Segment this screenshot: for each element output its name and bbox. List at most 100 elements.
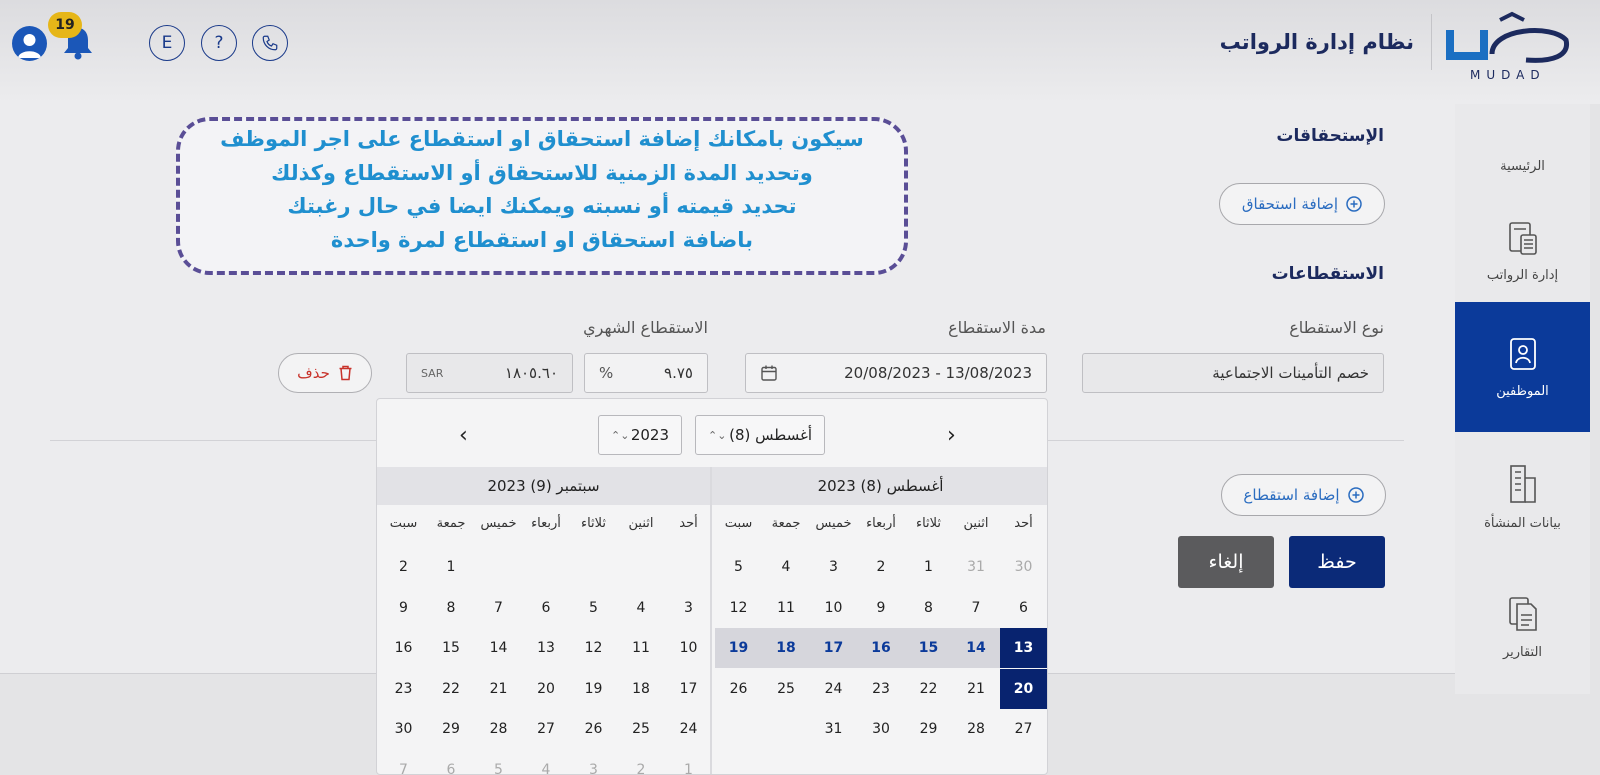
calendar-day: 1 xyxy=(684,761,693,775)
calendar-day[interactable]: 10 xyxy=(810,588,858,628)
calendar-day[interactable]: 13 xyxy=(522,628,570,668)
sidebar-item-employees[interactable]: الموظفين xyxy=(1455,302,1590,432)
user-icon xyxy=(18,34,41,58)
calendar-day[interactable]: 30 xyxy=(380,709,428,749)
calendar-day: 6 xyxy=(446,761,456,775)
sidebar-item-reports[interactable]: التقارير xyxy=(1455,562,1590,692)
calendar-day[interactable]: 28 xyxy=(475,709,523,749)
calendar-day[interactable]: 18 xyxy=(617,669,665,709)
calendar-day[interactable]: 14 xyxy=(952,628,1000,668)
calendar-day[interactable]: 19 xyxy=(714,628,763,668)
calendar-day[interactable]: 12 xyxy=(715,588,763,628)
calendar-day[interactable]: 16 xyxy=(380,628,428,668)
calendar-day[interactable]: 24 xyxy=(665,709,713,749)
calendar-day[interactable]: 4 xyxy=(762,547,810,587)
calendar-day[interactable]: 14 xyxy=(475,628,523,668)
calendar-day[interactable]: 20 xyxy=(999,668,1047,709)
calendar-day[interactable]: 16 xyxy=(857,628,905,668)
calendar-day[interactable]: 23 xyxy=(380,669,428,709)
calendar-day[interactable]: 28 xyxy=(952,709,1000,749)
calendar-day[interactable]: 6 xyxy=(1000,588,1048,628)
plus-circle-icon xyxy=(1346,196,1362,212)
calendar-day[interactable]: 27 xyxy=(522,709,570,749)
calendar-day[interactable]: 7 xyxy=(952,588,1000,628)
monthly-deduction-label: الاستقطاع الشهري xyxy=(583,318,708,337)
prev-month-button[interactable]: ‹ xyxy=(459,423,468,448)
calendar-day[interactable]: 23 xyxy=(857,669,905,709)
calendar-day[interactable]: 6 xyxy=(522,588,570,628)
calendar-day[interactable]: 26 xyxy=(570,709,618,749)
calendar-day[interactable]: 5 xyxy=(570,588,618,628)
year-select[interactable]: ⌃⌄ 2023 xyxy=(598,415,682,455)
plus-circle-icon xyxy=(1347,487,1364,503)
calendar-day[interactable]: 9 xyxy=(380,588,428,628)
calendar-day[interactable]: 31 xyxy=(810,709,858,749)
save-button[interactable]: حفظ xyxy=(1289,536,1385,588)
calendar-day[interactable]: 21 xyxy=(952,669,1000,709)
help-button[interactable]: ? xyxy=(201,25,237,61)
weekday-label: أحد xyxy=(1014,516,1033,531)
calendar-day[interactable]: 30 xyxy=(857,709,905,749)
delete-button[interactable]: حذف xyxy=(278,353,372,393)
add-deduction-button[interactable]: إضافة استقطاع xyxy=(1221,474,1386,516)
deduction-period-input[interactable]: 20/08/2023 - 13/08/2023 xyxy=(745,353,1047,393)
calendar-day[interactable]: 11 xyxy=(762,588,810,628)
calendar-day: 7 xyxy=(399,761,408,775)
app-title: نظام إدارة الرواتب xyxy=(1219,30,1414,54)
sidebar-item-home[interactable]: الرئيسية xyxy=(1455,56,1590,186)
calendar-day[interactable]: 5 xyxy=(715,547,763,587)
building-icon xyxy=(1509,464,1536,503)
month-title-september: سبتمبر (9) 2023 xyxy=(377,467,710,505)
calendar-day[interactable]: 8 xyxy=(427,588,475,628)
language-button[interactable]: E xyxy=(149,25,185,61)
calendar-day[interactable]: 26 xyxy=(715,669,763,709)
weekday-label: سبت xyxy=(389,516,418,531)
payroll-icon xyxy=(1508,221,1537,255)
deduction-type-label: نوع الاستقطاع xyxy=(1289,318,1384,337)
calendar-day[interactable]: 13 xyxy=(999,628,1047,668)
calendar-day[interactable]: 3 xyxy=(665,588,713,628)
phone-button[interactable] xyxy=(252,25,288,61)
calendar-day[interactable]: 1 xyxy=(427,547,475,587)
user-avatar[interactable] xyxy=(12,26,47,61)
calendar-day[interactable]: 9 xyxy=(857,588,905,628)
calendar-day[interactable]: 29 xyxy=(427,709,475,749)
calendar-day[interactable]: 25 xyxy=(762,669,810,709)
percent-input[interactable]: % ٩.٧٥ xyxy=(584,353,708,393)
sidebar-item-payroll[interactable]: إدارة الرواتب xyxy=(1455,186,1590,316)
weekday-label: ثلاثاء xyxy=(580,516,607,531)
calendar-day[interactable]: 18 xyxy=(762,628,810,668)
calendar-day[interactable]: 22 xyxy=(905,669,953,709)
calendar-day[interactable]: 21 xyxy=(475,669,523,709)
sidebar-item-establishment[interactable]: بيانات المنشأة xyxy=(1455,432,1590,562)
calendar-day[interactable]: 8 xyxy=(905,588,953,628)
calendar-day[interactable]: 10 xyxy=(665,628,713,668)
calendar-day[interactable]: 24 xyxy=(810,669,858,709)
calendar-day[interactable]: 11 xyxy=(617,628,665,668)
calendar-day[interactable]: 1 xyxy=(905,547,953,587)
calendar-day[interactable]: 19 xyxy=(570,669,618,709)
cancel-button[interactable]: إلغاء xyxy=(1178,536,1274,588)
calendar-day[interactable]: 2 xyxy=(380,547,428,587)
weekday-label: سبت xyxy=(724,516,753,531)
calendar-day: 3 xyxy=(589,761,598,775)
calendar-day[interactable]: 20 xyxy=(522,669,570,709)
next-month-button[interactable]: › xyxy=(947,423,956,448)
calendar-day[interactable]: 25 xyxy=(617,709,665,749)
calendar-day[interactable]: 17 xyxy=(665,669,713,709)
calendar-day[interactable]: 2 xyxy=(857,547,905,587)
calendar-day[interactable]: 3 xyxy=(810,547,858,587)
calendar-day[interactable]: 17 xyxy=(809,628,858,668)
callout-line: سيكون بامكانك إضافة استحقاق او استقطاع ع… xyxy=(220,127,864,151)
calendar-day[interactable]: 7 xyxy=(475,588,523,628)
calendar-day[interactable]: 15 xyxy=(904,628,953,668)
calendar-day[interactable]: 4 xyxy=(617,588,665,628)
calendar-day[interactable]: 29 xyxy=(905,709,953,749)
calendar-day[interactable]: 27 xyxy=(1000,709,1048,749)
calendar-day[interactable]: 12 xyxy=(570,628,618,668)
month-select[interactable]: ⌃⌄ أغسطس (8) xyxy=(695,415,825,455)
calendar-day[interactable]: 15 xyxy=(427,628,475,668)
calendar-day[interactable]: 22 xyxy=(427,669,475,709)
add-entitlement-button[interactable]: إضافة استحقاق xyxy=(1219,183,1385,225)
deduction-type-select[interactable]: خصم التأمينات الاجتماعية xyxy=(1082,353,1384,393)
